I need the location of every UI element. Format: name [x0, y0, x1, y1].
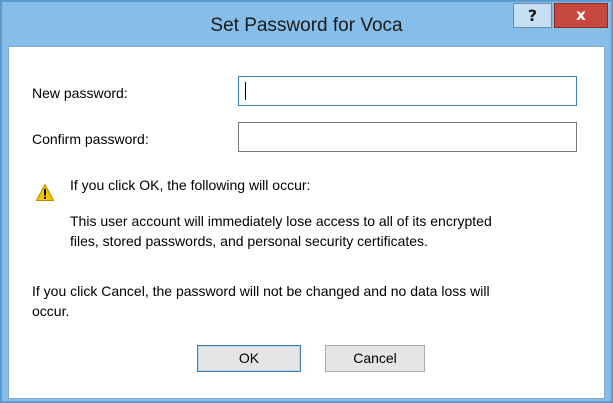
warning-detail-line1: This user account will immediately lose …: [70, 213, 492, 229]
confirm-password-label: Confirm password:: [32, 131, 149, 147]
title-bar[interactable]: Set Password for Voca ? x: [2, 2, 611, 42]
close-button[interactable]: x: [554, 3, 608, 28]
new-password-field[interactable]: [238, 76, 577, 106]
text-caret: [245, 82, 246, 100]
confirm-password-field[interactable]: [238, 122, 577, 152]
warning-icon: [36, 184, 54, 201]
cancel-note-line2: occur.: [32, 303, 70, 319]
dialog-content: New password: Confirm password: If you c…: [8, 46, 605, 399]
new-password-label: New password:: [32, 85, 128, 101]
warning-heading: If you click OK, the following will occu…: [70, 177, 311, 193]
dialog-window: Set Password for Voca ? x New password: …: [0, 0, 613, 403]
cancel-button[interactable]: Cancel: [325, 345, 425, 372]
warning-detail-line2: files, stored passwords, and personal se…: [70, 233, 428, 249]
close-icon: x: [576, 6, 586, 24]
cancel-note-line1: If you click Cancel, the password will n…: [32, 283, 490, 299]
help-icon: ?: [527, 6, 538, 25]
ok-button[interactable]: OK: [197, 345, 301, 372]
help-button[interactable]: ?: [513, 3, 552, 28]
